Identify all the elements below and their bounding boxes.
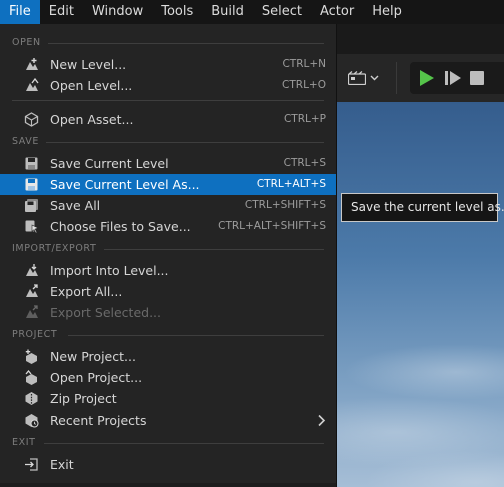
menu-item-label: Exit xyxy=(50,457,74,472)
export-icon xyxy=(26,284,38,297)
divider xyxy=(44,443,324,444)
section-header-import-export: IMPORT/EXPORT xyxy=(12,243,97,254)
save-icon xyxy=(25,157,38,170)
shortcut-label: CTRL+SHIFT+S xyxy=(244,199,326,211)
menu-actor[interactable]: Actor xyxy=(311,0,363,24)
menu-item-label: New Project... xyxy=(50,349,136,364)
editor-toolbar xyxy=(336,54,504,102)
menu-item-open-asset[interactable]: Open Asset... CTRL+P xyxy=(0,109,336,130)
menu-item-export-all[interactable]: Export All... xyxy=(0,281,336,302)
shortcut-label: CTRL+S xyxy=(283,157,326,169)
stop-icon[interactable] xyxy=(470,71,484,85)
menu-item-exit[interactable]: Exit xyxy=(0,454,336,475)
menu-item-label: Save Current Level As... xyxy=(50,177,200,192)
menu-item-label: Export Selected... xyxy=(50,305,161,320)
toolbar-divider xyxy=(396,62,397,94)
new-level-icon xyxy=(26,58,38,70)
menu-item-label: Choose Files to Save... xyxy=(50,219,191,234)
menu-item-open-project[interactable]: Open Project... xyxy=(0,367,336,388)
menu-item-choose-files-to-save[interactable]: Choose Files to Save... CTRL+ALT+SHIFT+S xyxy=(0,216,336,237)
menu-item-save-current-level-as[interactable]: Save Current Level As... CTRL+ALT+S xyxy=(0,174,336,195)
play-icon[interactable] xyxy=(418,69,436,87)
save-all-icon xyxy=(25,199,38,212)
divider xyxy=(12,100,324,101)
import-icon xyxy=(26,264,38,276)
menu-item-label: Zip Project xyxy=(50,391,117,406)
menu-item-import-into-level[interactable]: Import Into Level... xyxy=(0,260,336,281)
menu-item-label: Open Level... xyxy=(50,78,133,93)
section-header-open: OPEN xyxy=(12,37,41,48)
menu-item-new-project[interactable]: New Project... xyxy=(0,346,336,367)
level-viewport[interactable] xyxy=(336,102,504,487)
shortcut-label: CTRL+O xyxy=(282,79,326,91)
exit-icon xyxy=(25,458,38,471)
open-level-icon xyxy=(26,78,39,91)
menu-item-label: Export All... xyxy=(50,284,123,299)
menu-item-new-level[interactable]: New Level... CTRL+N xyxy=(0,54,336,75)
menu-item-label: Open Asset... xyxy=(50,112,134,127)
choose-files-icon xyxy=(25,220,39,234)
divider xyxy=(48,43,324,44)
menu-item-open-level[interactable]: Open Level... CTRL+O xyxy=(0,75,336,96)
menu-item-save-all[interactable]: Save All CTRL+SHIFT+S xyxy=(0,195,336,216)
camera-button[interactable] xyxy=(344,66,382,90)
menu-tools[interactable]: Tools xyxy=(152,0,202,24)
menu-item-label: Import Into Level... xyxy=(50,263,169,278)
open-asset-icon xyxy=(24,112,39,127)
open-project-icon xyxy=(25,370,37,385)
camera-icon xyxy=(347,71,366,85)
menu-item-export-selected: Export Selected... xyxy=(0,302,336,323)
shortcut-label: CTRL+N xyxy=(282,58,326,70)
menu-window[interactable]: Window xyxy=(83,0,152,24)
save-as-icon xyxy=(25,178,38,191)
recent-projects-icon xyxy=(25,414,39,428)
skip-icon[interactable] xyxy=(444,69,462,87)
play-controls xyxy=(410,62,504,94)
shortcut-label: CTRL+ALT+S xyxy=(256,178,326,190)
menu-bottom-edge xyxy=(0,483,336,487)
zip-icon xyxy=(25,392,38,405)
menu-item-label: Save Current Level xyxy=(50,156,169,171)
menu-file[interactable]: File xyxy=(0,0,40,24)
chevron-right-icon xyxy=(318,414,326,427)
menu-item-label: Open Project... xyxy=(50,370,143,385)
tooltip: Save the current level as... xyxy=(341,193,504,222)
menu-edit[interactable]: Edit xyxy=(40,0,83,24)
menu-item-label: Save All xyxy=(50,198,101,213)
divider xyxy=(68,335,324,336)
file-menu: OPEN New Level... CTRL+N Open Level... C… xyxy=(0,24,337,487)
menu-select[interactable]: Select xyxy=(253,0,311,24)
menu-item-label: Recent Projects xyxy=(50,413,147,428)
menu-bar: File Edit Window Tools Build Select Acto… xyxy=(0,0,504,24)
menu-item-recent-projects[interactable]: Recent Projects xyxy=(0,410,336,431)
menu-help[interactable]: Help xyxy=(363,0,411,24)
divider xyxy=(46,142,324,143)
export-icon xyxy=(26,305,38,318)
section-header-project: PROJECT xyxy=(12,329,58,340)
section-header-save: SAVE xyxy=(12,136,39,147)
menu-item-save-current-level[interactable]: Save Current Level CTRL+S xyxy=(0,153,336,174)
menu-item-zip-project[interactable]: Zip Project xyxy=(0,388,336,409)
menu-item-label: New Level... xyxy=(50,57,127,72)
chevron-down-icon xyxy=(370,75,378,81)
tab-strip xyxy=(336,24,504,54)
shortcut-label: CTRL+P xyxy=(283,113,326,125)
section-header-exit: EXIT xyxy=(12,437,36,448)
divider xyxy=(104,249,324,250)
shortcut-label: CTRL+ALT+SHIFT+S xyxy=(218,220,326,232)
new-project-icon xyxy=(25,349,37,364)
menu-build[interactable]: Build xyxy=(202,0,253,24)
